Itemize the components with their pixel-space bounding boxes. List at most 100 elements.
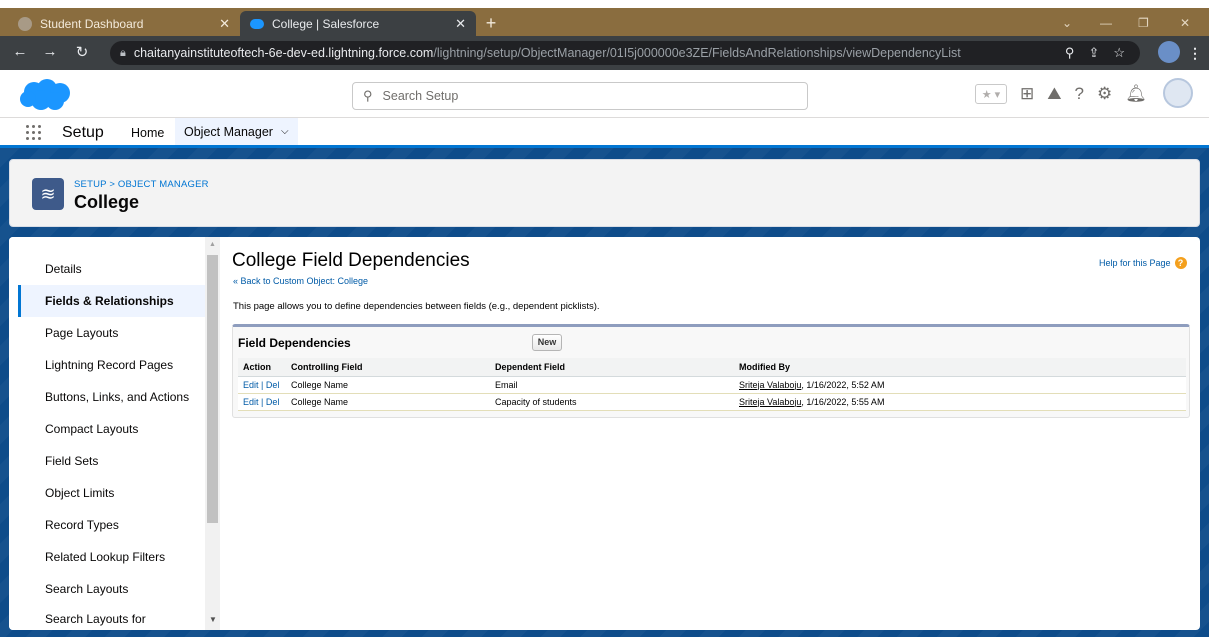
delete-link[interactable]: Del (266, 397, 280, 407)
bookmark-star-icon[interactable]: ☆ (1113, 45, 1139, 60)
notification-bell-icon[interactable]: 🔔︎ (1125, 84, 1147, 104)
controlling-field-cell: College Name (286, 393, 490, 411)
dependencies-table: Action Controlling Field Dependent Field… (238, 358, 1186, 411)
tab-home-label: Home (131, 126, 165, 140)
minimize-icon[interactable]: — (1100, 16, 1112, 30)
trailhead-icon[interactable]: ⛰ (1047, 84, 1061, 104)
sidebar-item-search-layouts[interactable]: Search Layouts (18, 573, 205, 605)
setup-search-input[interactable]: ⚲ Search Setup (352, 82, 808, 110)
delete-link[interactable]: Del (266, 380, 280, 390)
scroll-up-icon[interactable]: ▲ (209, 241, 216, 248)
window-close-icon[interactable]: ✕ (1180, 16, 1190, 30)
page-title: College Field Dependencies (232, 250, 470, 271)
slide-title-strip (0, 0, 1209, 8)
header-utility-icons: ★ ▾ ⊞ ⛰ ? ⚙ 🔔︎ (975, 84, 1147, 104)
profile-avatar[interactable] (1158, 41, 1180, 63)
object-manager-content: Details Fields & Relationships Page Layo… (9, 237, 1200, 630)
object-header: ≋ SETUP > OBJECT MANAGER College (9, 159, 1200, 227)
salesforce-global-header: ⚲ Search Setup ★ ▾ ⊞ ⛰ ? ⚙ 🔔︎ (0, 70, 1209, 118)
zoom-icon[interactable]: ⚲ (1065, 45, 1089, 60)
sidebar-item-label: Page Layouts (45, 326, 119, 340)
chevron-down-icon[interactable]: ⌵ (281, 126, 289, 137)
modified-by-cell: Sriteja Valaboju, 1/16/2022, 5:52 AM (734, 376, 1186, 394)
tab-home[interactable]: Home (122, 118, 173, 148)
breadcrumb[interactable]: SETUP > OBJECT MANAGER (74, 179, 209, 190)
salesforce-logo[interactable] (17, 78, 73, 112)
url-path: /lightning/setup/ObjectManager/01I5j0000… (433, 46, 961, 60)
user-avatar[interactable] (1163, 78, 1193, 108)
setup-gear-icon[interactable]: ⚙ (1097, 84, 1112, 104)
column-header-controlling-field: Controlling Field (286, 358, 490, 377)
reload-icon[interactable]: ↻ (72, 43, 92, 61)
modified-date: , 1/16/2022, 5:52 AM (801, 379, 885, 390)
action-cell: Edit | Del (238, 393, 286, 411)
browser-toolbar: ← → ↻ 🔒︎ chaitanyainstituteoftech-6e-dev… (0, 36, 1209, 70)
column-header-dependent-field: Dependent Field (490, 358, 734, 377)
sidebar-item-label: Details (45, 262, 82, 276)
share-icon[interactable]: ⇪ (1088, 45, 1113, 60)
search-placeholder: Search Setup (382, 89, 459, 103)
modified-date: , 1/16/2022, 5:55 AM (801, 396, 885, 407)
new-tab-button[interactable]: + (480, 13, 502, 34)
help-question-icon[interactable]: ? (1075, 84, 1084, 104)
close-icon[interactable]: ✕ (455, 16, 466, 32)
sidebar-item-search-layouts-for[interactable]: Search Layouts for (18, 603, 205, 630)
sidebar-item-details[interactable]: Details (18, 253, 205, 285)
field-dependencies-page: College Field Dependencies « Back to Cus… (230, 237, 1200, 630)
search-icon: ⚲ (363, 88, 373, 103)
globe-icon (18, 16, 32, 31)
favorites-star-icon[interactable]: ★ ▾ (975, 84, 1007, 104)
sidebar-item-label: Compact Layouts (45, 422, 139, 436)
browser-tab-college-salesforce[interactable]: College | Salesforce ✕ (240, 11, 476, 36)
browser-menu-icon[interactable]: ⋮ (1188, 45, 1202, 62)
address-bar[interactable]: 🔒︎ chaitanyainstituteoftech-6e-dev-ed.li… (110, 41, 1140, 65)
sidebar-item-label: Buttons, Links, and Actions (45, 390, 190, 404)
setup-app-title: Setup (62, 124, 104, 141)
browser-tab-bar: Student Dashboard ✕ College | Salesforce… (0, 8, 1209, 36)
sidebar-item-related-lookup-filters[interactable]: Related Lookup Filters (18, 541, 205, 573)
sidebar-item-compact-layouts[interactable]: Compact Layouts (18, 413, 205, 445)
sidebar-item-lightning-record-pages[interactable]: Lightning Record Pages (18, 349, 205, 381)
sidebar-item-page-layouts[interactable]: Page Layouts (18, 317, 205, 349)
dependent-field-cell: Email (490, 376, 734, 394)
help-link-label: Help for this Page (1099, 258, 1171, 268)
app-launcher-icon[interactable] (26, 125, 42, 141)
global-add-icon[interactable]: ⊞ (1020, 84, 1034, 104)
forward-arrow-icon[interactable]: → (40, 43, 60, 60)
close-icon[interactable]: ✕ (219, 16, 230, 32)
omnibox-actions: ⚲⇪☆ (1065, 45, 1139, 61)
user-link[interactable]: Sriteja Valaboju (739, 380, 801, 390)
restore-icon[interactable]: ❐ (1138, 16, 1149, 30)
setup-navigation-bar: Setup Home Object Manager ⌵ (0, 118, 1209, 148)
edit-link[interactable]: Edit (243, 380, 259, 390)
sidebar-item-field-sets[interactable]: Field Sets (18, 445, 205, 477)
sidebar-item-object-limits[interactable]: Object Limits (18, 477, 205, 509)
page-description: This page allows you to define dependenc… (233, 301, 600, 312)
new-dependency-button[interactable]: New (532, 334, 562, 351)
user-link[interactable]: Sriteja Valaboju (739, 397, 801, 407)
table-row: Edit | Del College Name Capacity of stud… (238, 393, 1186, 411)
tab-label: College | Salesforce (272, 16, 380, 31)
field-dependencies-panel: Field Dependencies New Action Controllin… (232, 324, 1190, 418)
sidebar-item-fields-relationships[interactable]: Fields & Relationships (18, 285, 205, 317)
tab-object-manager[interactable]: Object Manager ⌵ (175, 118, 298, 148)
sidebar-item-label: Object Limits (45, 486, 115, 500)
object-title: College (74, 192, 140, 212)
sidebar-item-label: Fields & Relationships (45, 294, 174, 308)
back-to-object-link[interactable]: « Back to Custom Object: College (233, 276, 368, 286)
column-header-modified-by: Modified By (734, 358, 1186, 377)
tab-search-icon[interactable]: ⌄ (1062, 16, 1072, 30)
sidebar-item-record-types[interactable]: Record Types (18, 509, 205, 541)
sidebar-item-label: Related Lookup Filters (45, 550, 166, 564)
edit-link[interactable]: Edit (243, 397, 259, 407)
scroll-down-icon[interactable]: ▼ (209, 615, 217, 624)
sidebar-item-buttons-links-actions[interactable]: Buttons, Links, and Actions (18, 381, 205, 413)
tab-object-manager-label: Object Manager (184, 124, 273, 139)
browser-tab-student-dashboard[interactable]: Student Dashboard ✕ (8, 11, 240, 36)
back-arrow-icon[interactable]: ← (10, 43, 30, 60)
help-link[interactable]: Help for this Page? (1099, 257, 1187, 269)
controlling-field-cell: College Name (286, 376, 490, 394)
sidebar-scrollbar[interactable]: ▲ ▼ (205, 237, 220, 630)
scrollbar-thumb[interactable] (207, 255, 218, 523)
layers-icon: ≋ (32, 178, 64, 210)
